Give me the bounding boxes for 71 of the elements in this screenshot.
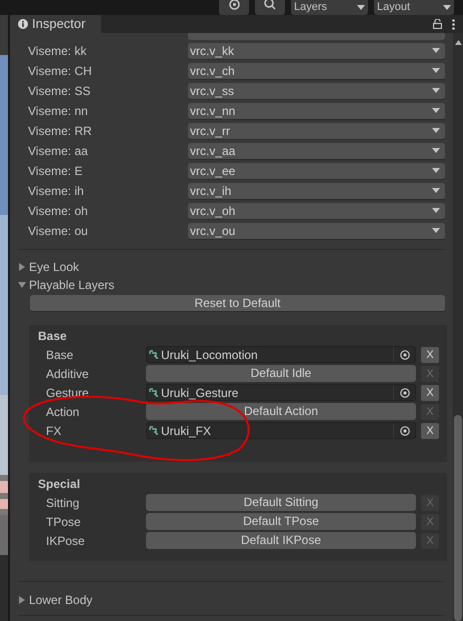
- field-label: Viseme: kk: [27, 43, 88, 60]
- field-label: Viseme: nn: [27, 103, 89, 120]
- field-label: Sitting: [46, 494, 80, 512]
- caret-icon: [432, 128, 440, 133]
- field-label: IKPose: [46, 532, 86, 550]
- dropdown-field[interactable]: vrc.v_ih: [188, 182, 445, 200]
- lock-icon[interactable]: [433, 19, 442, 29]
- target-icon[interactable]: [400, 426, 410, 436]
- caret-icon: [432, 188, 440, 193]
- toolbar-dropdown[interactable]: Layers: [291, 0, 368, 15]
- field-label: Viseme: SS: [27, 83, 92, 100]
- dropdown-field[interactable]: vrc.v_ch: [188, 62, 445, 80]
- target-icon[interactable]: [400, 350, 410, 360]
- history-icon: [228, 0, 240, 10]
- field-label: Viseme: oh: [27, 203, 89, 220]
- caret-icon: [432, 48, 440, 53]
- dropdown-field[interactable]: vrc.v_ss: [188, 82, 445, 100]
- toolbar-dropdown[interactable]: Layout: [374, 0, 454, 15]
- scrollbar-thumb[interactable]: [454, 415, 462, 621]
- field-label: Viseme: E: [27, 163, 84, 180]
- controller-icon: [149, 350, 159, 359]
- info-icon: [18, 19, 28, 29]
- controller-icon: [149, 388, 159, 397]
- foldout-label[interactable]: Eye Look: [29, 258, 80, 276]
- dropdown-field[interactable]: vrc.v_ee: [188, 162, 445, 180]
- dropdown-field[interactable]: vrc.v_nn: [188, 102, 445, 120]
- clear-button[interactable]: X: [421, 422, 439, 438]
- caret-icon: [432, 88, 440, 93]
- field-label: Additive: [46, 366, 90, 382]
- foldout-label[interactable]: Lower Body: [29, 591, 92, 609]
- dropdown-field[interactable]: vrc.v_oh: [188, 202, 445, 220]
- clear-button[interactable]: X: [421, 346, 439, 362]
- collapsed-arrow-icon[interactable]: [18, 596, 26, 604]
- object-field[interactable]: Uruki_FX: [146, 422, 416, 439]
- caret-icon: [432, 168, 440, 173]
- search-icon: [264, 0, 276, 10]
- field-label: Viseme: RR: [27, 123, 93, 140]
- dropdown-field[interactable]: vrc.v_ou: [188, 222, 445, 240]
- collapsed-arrow-icon[interactable]: [18, 263, 26, 271]
- clear-button[interactable]: X: [421, 384, 439, 400]
- dropdown-field[interactable]: vrc.v_aa: [188, 142, 445, 160]
- dropdown-field[interactable]: vrc.v_kk: [188, 42, 445, 60]
- caret-icon: [432, 228, 440, 233]
- caret-icon: [432, 68, 440, 73]
- object-field[interactable]: Uruki_Gesture: [146, 384, 416, 401]
- scroll-up-icon[interactable]: [455, 40, 462, 45]
- foldout-label[interactable]: Playable Layers: [29, 276, 114, 294]
- caret-icon: [357, 5, 365, 10]
- field-label: FX: [46, 422, 62, 440]
- reset-button[interactable]: Reset to Default: [30, 295, 445, 312]
- caret-icon: [432, 208, 440, 213]
- controller-icon: [149, 426, 159, 435]
- object-field[interactable]: Uruki_Locomotion: [146, 346, 416, 363]
- caret-icon: [432, 108, 440, 113]
- field-label: Action: [46, 404, 80, 420]
- field-label: Viseme: CH: [27, 63, 93, 80]
- field-label: Viseme: aa: [27, 143, 89, 160]
- field-label: Viseme: ou: [27, 223, 89, 240]
- caret-icon: [432, 148, 440, 153]
- dropdown-field[interactable]: vrc.v_rr: [188, 122, 445, 140]
- more-icon[interactable]: [452, 18, 455, 30]
- field-label: TPose: [46, 514, 82, 530]
- inspector-tab[interactable]: Inspector: [10, 15, 101, 33]
- field-label: Base: [46, 346, 74, 364]
- target-icon[interactable]: [400, 388, 410, 398]
- group-title: Base: [37, 328, 68, 345]
- scrollbar[interactable]: [453, 33, 463, 621]
- expanded-arrow-icon[interactable]: [18, 281, 26, 289]
- field-label: Viseme: ih: [27, 183, 85, 200]
- caret-icon: [443, 5, 451, 10]
- group-title: Special: [37, 476, 82, 493]
